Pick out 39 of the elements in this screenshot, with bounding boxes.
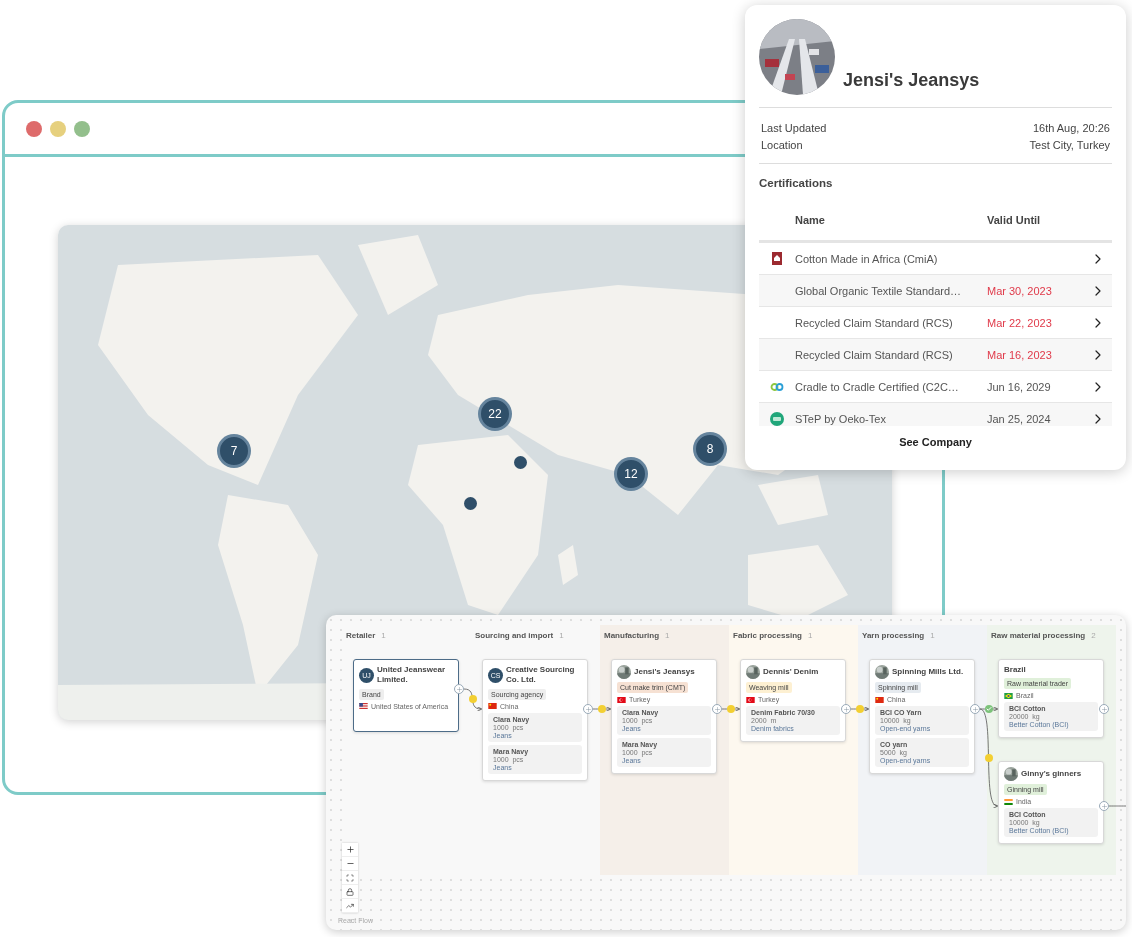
plus-icon [345, 845, 355, 854]
add-connection-button[interactable] [970, 704, 980, 714]
warning-status-icon[interactable] [985, 753, 993, 762]
detail-value: Test City, Turkey [1029, 139, 1110, 151]
valid-until-date: Mar 30, 2023 [987, 284, 1053, 297]
valid-until-date: Mar 22, 2023 [987, 316, 1053, 329]
column-header: Name [795, 214, 826, 226]
add-connection-button[interactable] [1099, 704, 1109, 714]
node-name: Ginny's ginners [1021, 768, 1082, 780]
trend-arrow-icon [346, 901, 354, 910]
stage-title: Raw material processing [991, 631, 1086, 640]
valid-until-date: Jan 25, 2024 [987, 412, 1052, 425]
node-name: Brazil [1004, 665, 1026, 676]
company-name: Jensi's Jeansys [843, 70, 980, 91]
lock-icon [346, 887, 354, 896]
node-name: Spinning Mills Ltd. [892, 666, 964, 678]
stage-count: 2 [1091, 631, 1096, 640]
stage-count: 1 [930, 631, 935, 640]
detail-label: Last Updated [761, 122, 827, 134]
flag-icon [1004, 798, 1013, 805]
section-title: Certifications [759, 177, 833, 189]
trend-arrow-button[interactable] [342, 899, 358, 913]
valid-until-date: Jun 16, 2029 [987, 380, 1052, 393]
flag-icon [1004, 692, 1013, 699]
lock-button[interactable] [342, 885, 358, 899]
zoom-in-button[interactable] [342, 843, 358, 857]
add-connection-button[interactable] [1099, 801, 1109, 811]
fit-view-button[interactable] [342, 871, 358, 885]
minimize-window-button[interactable] [50, 120, 66, 137]
zoom-out-button[interactable] [342, 857, 358, 871]
detail-value: 16th Aug, 20:26 [1032, 122, 1110, 134]
detail-label: Location [761, 139, 803, 151]
frame-corners-icon [346, 873, 354, 882]
valid-until-date: Mar 16, 2023 [987, 348, 1053, 361]
maximize-window-button[interactable] [74, 120, 90, 137]
check-status-icon[interactable] [985, 705, 993, 713]
column-header: Valid Until [987, 214, 1042, 226]
see-company-link[interactable]: See Company [899, 436, 972, 448]
close-window-button[interactable] [26, 120, 42, 137]
